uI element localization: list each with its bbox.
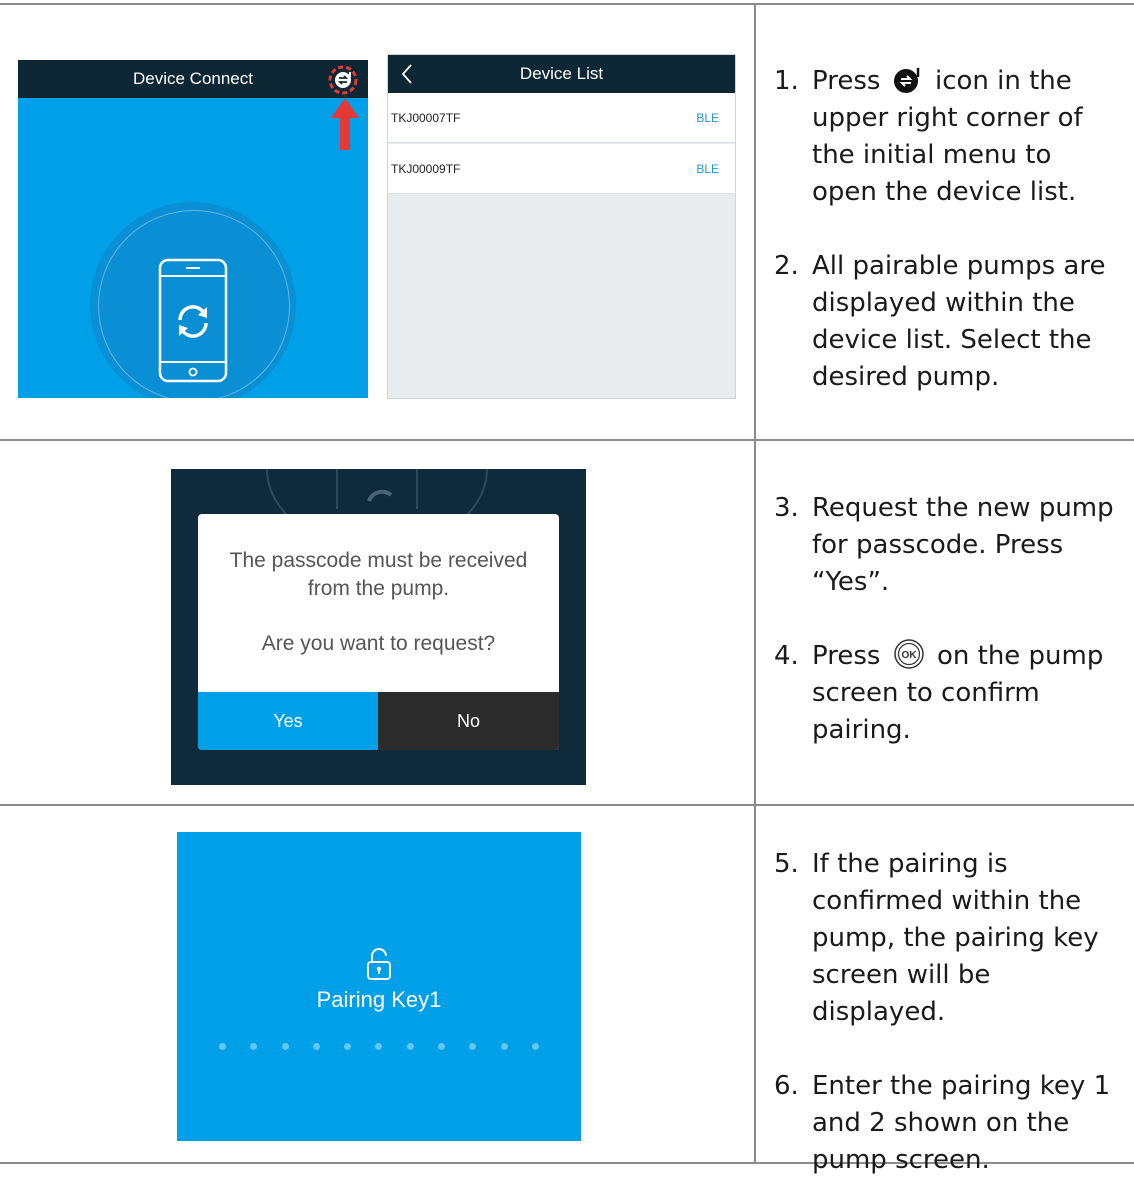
step-number: 3. xyxy=(774,493,799,523)
no-button[interactable]: No xyxy=(378,692,559,750)
back-chevron-icon[interactable] xyxy=(400,63,414,85)
pairing-key-dot xyxy=(406,1043,414,1050)
pairing-key-label: Pairing Key1 xyxy=(316,987,442,1012)
step-text: If the pairing is confirmed within the p… xyxy=(812,849,1099,1027)
passcode-request-screen: The passcode must be received from the p… xyxy=(171,469,586,785)
device-name: TKJ00007TF xyxy=(391,111,461,125)
dialog-message: The passcode must be received from the p… xyxy=(198,547,559,603)
step-number: 1. xyxy=(774,66,799,96)
device-type: BLE xyxy=(696,111,719,125)
passcode-dialog: The passcode must be received from the p… xyxy=(198,514,559,750)
yes-button[interactable]: Yes xyxy=(198,692,378,750)
device-connect-topbar: Device Connect xyxy=(18,60,368,98)
pairing-key-dot xyxy=(312,1043,320,1050)
table-column-divider xyxy=(754,3,756,1164)
phone-sync-icon[interactable] xyxy=(158,258,228,383)
step-5: 5. If the pairing is confirmed within th… xyxy=(774,846,1129,1031)
device-switch-icon xyxy=(893,68,919,93)
step-number: 4. xyxy=(774,641,799,671)
pairing-key-dot xyxy=(438,1043,446,1050)
step-4: 4. Press OK on the pump screen to confir… xyxy=(774,638,1119,749)
device-connect-title: Device Connect xyxy=(132,69,253,88)
red-arrow-icon xyxy=(331,98,359,150)
device-list-item[interactable]: TKJ00007TF BLE xyxy=(388,93,735,143)
dialog-message-line-1: The passcode must be received xyxy=(229,549,528,572)
pairing-key-dot xyxy=(531,1043,539,1050)
table-border-top xyxy=(0,3,1134,5)
device-list-topbar: Device List xyxy=(388,55,735,93)
steps-row-3: 5. If the pairing is confirmed within th… xyxy=(774,846,1129,1179)
pairing-key-dot xyxy=(250,1043,258,1050)
step-number: 5. xyxy=(774,849,799,879)
step-text: Press xyxy=(812,641,881,671)
ok-button-icon: OK xyxy=(893,639,924,669)
device-list-item[interactable]: TKJ00009TF BLE xyxy=(388,144,735,194)
pairing-key-dot xyxy=(500,1043,508,1050)
pairing-key-dot xyxy=(344,1043,352,1050)
svg-text:OK: OK xyxy=(901,650,917,661)
pairing-key-screen: Pairing Key1 xyxy=(177,832,581,1141)
step-text: Enter the pairing key 1 and 2 shown on t… xyxy=(812,1071,1111,1175)
dialog-message-line-2: from the pump. xyxy=(307,577,450,600)
step-2: 2. All pairable pumps are displayed with… xyxy=(774,248,1124,396)
step-text: Press xyxy=(812,66,881,96)
pairing-key-dots xyxy=(219,1043,539,1051)
step-text: All pairable pumps are displayed within … xyxy=(812,251,1106,392)
device-connect-screen: Device Connect xyxy=(18,60,368,398)
steps-row-2: 3. Request the new pump for passcode. Pr… xyxy=(774,490,1119,749)
pairing-key-dot xyxy=(375,1043,383,1050)
table-divider-2 xyxy=(0,804,1134,806)
device-list-title: Device List xyxy=(519,64,604,83)
pairing-key-dot xyxy=(281,1043,289,1050)
step-number: 2. xyxy=(774,251,799,281)
step-number: 6. xyxy=(774,1071,799,1101)
table-divider-1 xyxy=(0,439,1134,441)
steps-row-1: 1. Press icon in the upper right corner … xyxy=(774,63,1124,396)
unlock-icon xyxy=(367,948,391,980)
pairing-key-dot xyxy=(469,1043,477,1050)
device-type: BLE xyxy=(696,162,719,176)
step-text: Request the new pump for passcode. Press… xyxy=(812,493,1114,597)
device-list-screen: Device List TKJ00007TF BLE TKJ00009TF BL… xyxy=(387,54,736,399)
dialog-question: Are you want to request? xyxy=(261,632,496,655)
step-1: 1. Press icon in the upper right corner … xyxy=(774,63,1124,211)
pairing-key-dot xyxy=(219,1043,226,1050)
step-3: 3. Request the new pump for passcode. Pr… xyxy=(774,490,1119,601)
device-switch-icon[interactable] xyxy=(328,63,360,95)
step-6: 6. Enter the pairing key 1 and 2 shown o… xyxy=(774,1068,1129,1179)
device-name: TKJ00009TF xyxy=(391,162,461,176)
